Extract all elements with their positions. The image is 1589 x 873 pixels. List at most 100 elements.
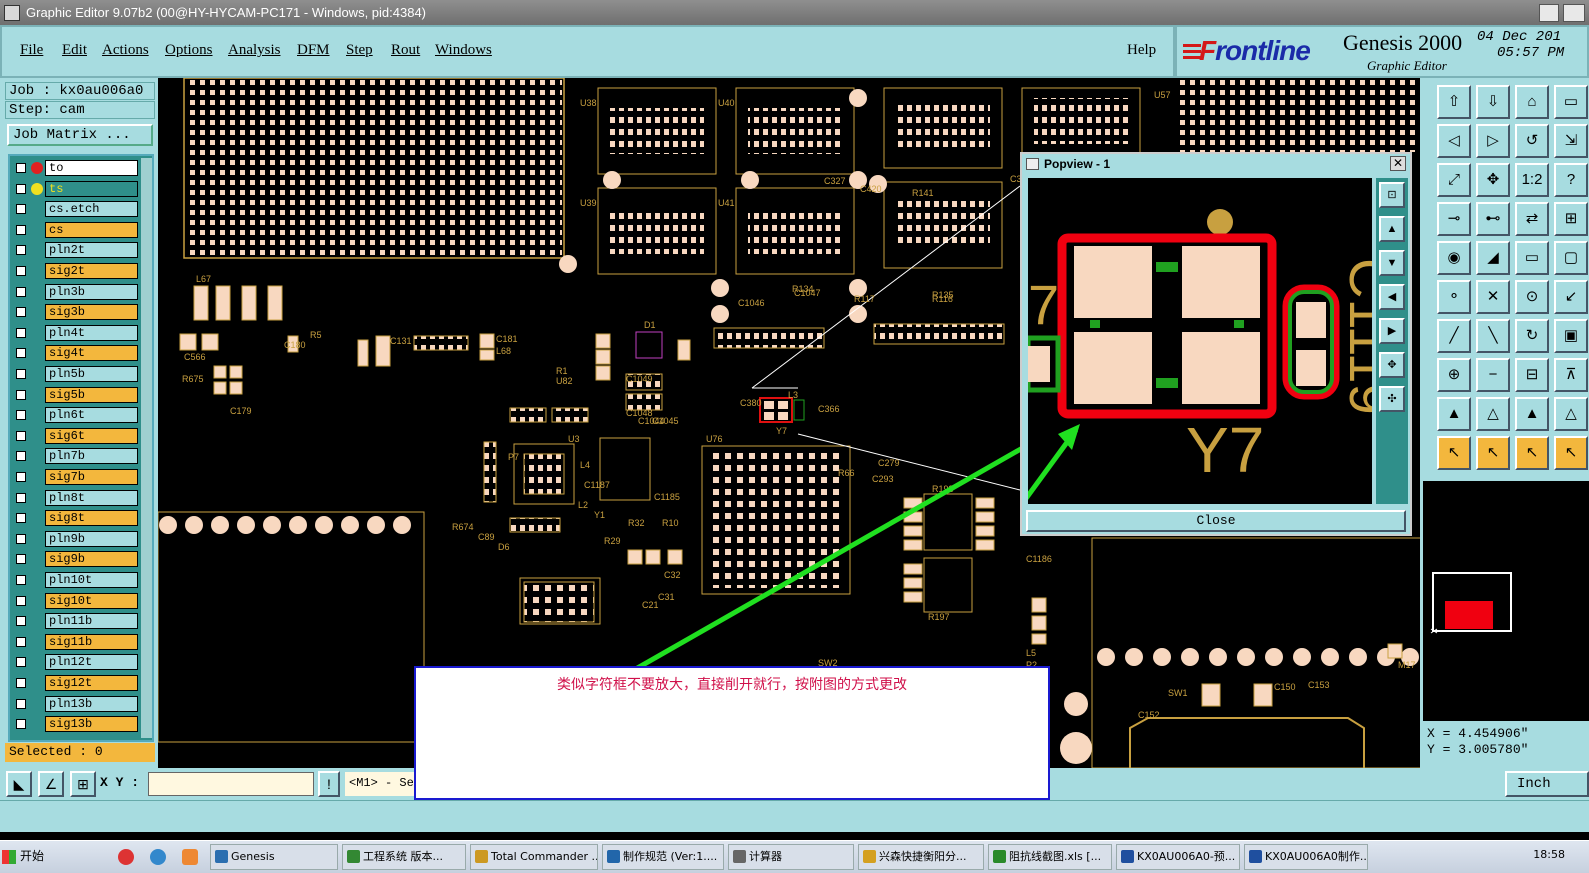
pad-icon[interactable]: ▣ [1554, 319, 1588, 353]
layer-checkbox[interactable] [16, 245, 26, 256]
snapshot-icon[interactable]: ▭ [1554, 85, 1588, 119]
layer-checkbox[interactable] [16, 348, 26, 359]
triangle-icon[interactable]: ▲ [1437, 397, 1471, 431]
layer-row-sig12t[interactable]: sig12t [12, 675, 138, 691]
triangle2-icon[interactable]: △ [1476, 397, 1510, 431]
popview-move-icon[interactable]: ✣ [1379, 386, 1405, 412]
popview-system-icon[interactable] [1026, 158, 1039, 170]
layer-row-sig8t[interactable]: sig8t [12, 510, 138, 527]
layer-checkbox[interactable] [16, 698, 26, 709]
add-icon[interactable]: ⊕ [1437, 358, 1471, 392]
chrome-icon[interactable] [118, 849, 134, 865]
layer-row-pln12t[interactable]: pln12t [12, 654, 138, 671]
taskbar-item[interactable]: 工程系统 版本... [342, 844, 466, 870]
menu-file[interactable]: File [20, 42, 43, 59]
pointer-icon[interactable]: ↖ [1437, 436, 1471, 470]
popview-close-button[interactable]: Close [1026, 510, 1406, 532]
layer-checkbox[interactable] [16, 657, 26, 668]
menu-actions[interactable]: Actions [102, 42, 149, 59]
layer-checkbox[interactable] [16, 307, 26, 318]
app-system-icon[interactable] [4, 5, 20, 21]
minimap[interactable] [1423, 481, 1589, 721]
line2-icon[interactable]: ╲ [1476, 319, 1510, 353]
flip-icon[interactable]: ⊟ [1515, 358, 1549, 392]
layer-checkbox[interactable] [16, 636, 26, 647]
popview-right-icon[interactable]: ▶ [1379, 318, 1405, 344]
layer-checkbox[interactable] [16, 678, 26, 688]
layer-checkbox[interactable] [16, 430, 26, 441]
ie-icon[interactable] [150, 849, 166, 865]
layer-checkbox[interactable] [16, 513, 26, 524]
layer-row-cs[interactable]: cs [12, 221, 138, 238]
layer-checkbox[interactable] [16, 163, 26, 173]
line-icon[interactable]: ╱ [1437, 319, 1471, 353]
layer-row-pln10t[interactable]: pln10t [12, 572, 138, 588]
taskbar-item[interactable]: Total Commander ... [470, 844, 598, 870]
taskbar-item[interactable]: Genesis [210, 844, 338, 870]
popview-fit-icon[interactable]: ✥ [1379, 352, 1405, 378]
taskbar-item[interactable]: KX0AU006A0-预... [1116, 844, 1240, 870]
triangle4-icon[interactable]: △ [1554, 397, 1588, 431]
grid-icon[interactable]: ⊞ [70, 771, 96, 797]
arc-icon[interactable]: ↙ [1554, 280, 1588, 314]
layer-checkbox[interactable] [16, 554, 26, 565]
draw-icon[interactable]: ◢ [1476, 241, 1510, 275]
triangle3-icon[interactable]: ▲ [1515, 397, 1549, 431]
layer-checkbox[interactable] [16, 533, 26, 544]
unit-selector[interactable]: Inch [1505, 771, 1589, 797]
layer-row-pln5b[interactable]: pln5b [12, 366, 138, 382]
minimize-button[interactable] [1539, 4, 1559, 22]
layer-row-pln7b[interactable]: pln7b [12, 448, 138, 465]
layer-row-to[interactable]: to [12, 160, 138, 176]
layer-row-sig5b[interactable]: sig5b [12, 386, 138, 403]
layer-checkbox[interactable] [16, 616, 26, 627]
taskbar-item[interactable]: 兴森快捷衡阳分... [858, 844, 984, 870]
layer-checkbox[interactable] [16, 575, 26, 585]
cut-icon[interactable]: ✕ [1476, 280, 1510, 314]
popview-zoom-icon[interactable]: ⊡ [1379, 182, 1405, 208]
open-icon[interactable]: ⇧ [1437, 85, 1471, 119]
layer-row-sig3b[interactable]: sig3b [12, 304, 138, 321]
popview-left-icon[interactable]: ◀ [1379, 284, 1405, 310]
layer-checkbox[interactable] [16, 492, 26, 503]
route-icon[interactable]: ⊷ [1476, 202, 1510, 236]
layer-checkbox[interactable] [16, 369, 26, 379]
menu-rout[interactable]: Rout [391, 42, 420, 59]
undo-icon[interactable]: ◁ [1437, 124, 1471, 158]
fit-icon[interactable]: ⤢ [1437, 163, 1471, 197]
curve-icon[interactable]: ↻ [1515, 319, 1549, 353]
layer-checkbox[interactable] [16, 389, 26, 400]
net2-icon[interactable]: ⊞ [1554, 202, 1588, 236]
scale-icon[interactable]: ⇲ [1554, 124, 1588, 158]
layer-row-sig11b[interactable]: sig11b [12, 633, 138, 650]
slide-icon[interactable]: ⊼ [1554, 358, 1588, 392]
layer-row-pln11b[interactable]: pln11b [12, 613, 138, 630]
menu-help[interactable]: Help [1127, 42, 1156, 59]
maximize-button[interactable] [1563, 4, 1585, 22]
minus-icon[interactable]: − [1476, 358, 1510, 392]
layer-row-pln9b[interactable]: pln9b [12, 530, 138, 547]
home-icon[interactable]: ⌂ [1515, 85, 1549, 119]
rotate-icon[interactable]: ↺ [1515, 124, 1549, 158]
layer-checkbox[interactable] [16, 204, 26, 215]
layer-checkbox[interactable] [16, 327, 26, 338]
layer-checkbox[interactable] [16, 595, 26, 606]
menu-analysis[interactable]: Analysis [228, 42, 281, 59]
move-icon[interactable]: ✥ [1476, 163, 1510, 197]
split-icon[interactable]: ⊙ [1515, 280, 1549, 314]
popview-canvas[interactable]: Y7 C1119 7 [1028, 178, 1372, 504]
layer-checkbox[interactable] [16, 472, 26, 482]
layer-row-sig9b[interactable]: sig9b [12, 551, 138, 568]
layer-row-sig4t[interactable]: sig4t [12, 345, 138, 362]
layer-row-pln2t[interactable]: pln2t [12, 242, 138, 259]
popview-down-icon[interactable]: ▼ [1379, 250, 1405, 276]
layer-checkbox[interactable] [16, 224, 26, 235]
layer-row-sig13b[interactable]: sig13b [12, 716, 138, 733]
redo-icon[interactable]: ▷ [1476, 124, 1510, 158]
layer-row-sig2t[interactable]: sig2t [12, 263, 138, 279]
layer-checkbox[interactable] [16, 451, 26, 462]
pointer3-icon[interactable]: ↖ [1515, 436, 1549, 470]
menu-edit[interactable]: Edit [62, 42, 87, 59]
taskbar-item[interactable]: 制作规范 (Ver:1.... [602, 844, 724, 870]
xy-input[interactable] [148, 772, 314, 796]
